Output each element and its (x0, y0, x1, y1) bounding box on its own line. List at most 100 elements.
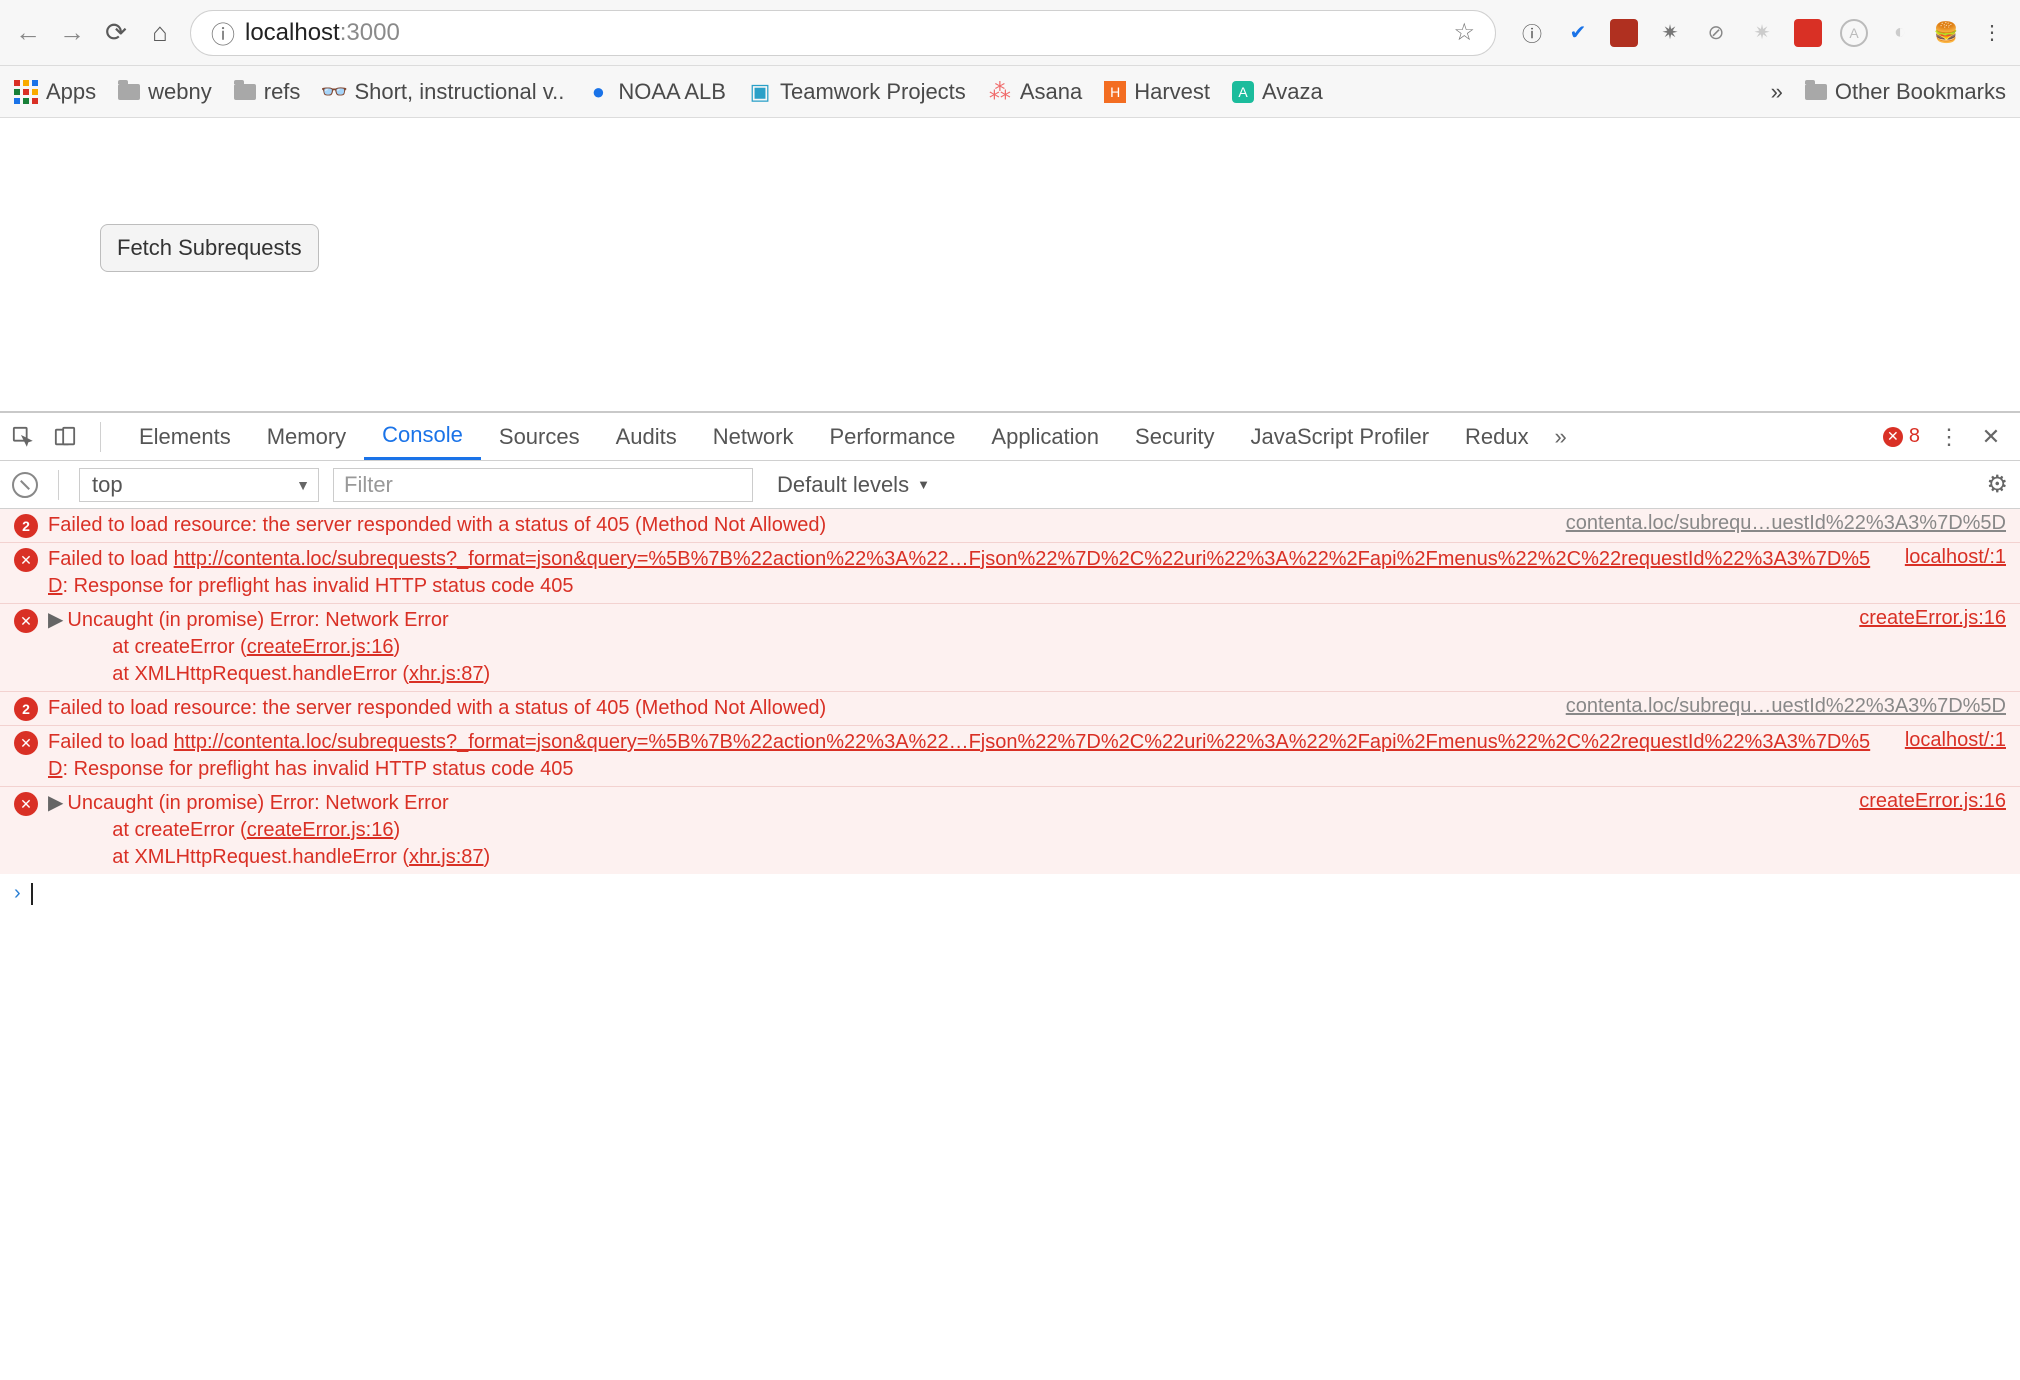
prompt-caret-icon: › (14, 882, 21, 905)
bookmark-label: NOAA ALB (618, 79, 726, 105)
extension-icon[interactable]: 🍔 (1932, 19, 1960, 47)
error-icon: ✕ (14, 609, 38, 633)
extension-icon[interactable]: ✷ (1656, 19, 1684, 47)
error-icon: ✕ (14, 731, 38, 755)
tab-elements[interactable]: Elements (121, 413, 249, 460)
devtools-menu-icon[interactable]: ⋮ (1936, 424, 1962, 450)
bookmark-item[interactable]: ⁂Asana (988, 79, 1082, 105)
bookmark-item[interactable]: ▣ Teamwork Projects (748, 79, 966, 105)
extension-icon[interactable]: A (1840, 19, 1868, 47)
inspect-element-icon[interactable] (10, 424, 36, 450)
extension-icon[interactable]: ✷ (1748, 19, 1776, 47)
tabs-overflow[interactable]: » (1547, 424, 1575, 450)
message-source-link[interactable]: createError.js:16 (1859, 607, 2006, 688)
stack-line: at XMLHttpRequest.handleError (xhr.js:87… (48, 661, 1839, 688)
tab-redux[interactable]: Redux (1447, 413, 1547, 460)
address-bar[interactable]: ⓘ localhost:3000 ☆ (190, 10, 1496, 56)
tab-application[interactable]: Application (973, 413, 1117, 460)
clear-console-icon[interactable] (12, 472, 38, 498)
tab-audits[interactable]: Audits (598, 413, 695, 460)
extensions-row: ⓘ ✔ ✷ ⊘ ✷ A ◐ 🍔 ⋮ (1512, 19, 2006, 47)
console-message: ✕ ▶Uncaught (in promise) Error: Network E… (0, 603, 2020, 691)
console-messages: 2Failed to load resource: the server res… (0, 509, 2020, 1380)
bookmarks-overflow[interactable]: » (1771, 79, 1783, 105)
stack-line: at XMLHttpRequest.handleError (xhr.js:87… (48, 844, 1839, 871)
message-source-link[interactable]: createError.js:16 (1859, 790, 2006, 871)
tab-javascript-profiler[interactable]: JavaScript Profiler (1233, 413, 1448, 460)
url-port: :3000 (340, 19, 400, 47)
home-button[interactable]: ⌂ (146, 19, 174, 47)
extension-icon[interactable] (1610, 19, 1638, 47)
bookmark-label: Teamwork Projects (780, 79, 966, 105)
bookmark-star-icon[interactable]: ☆ (1453, 18, 1475, 47)
favicon: ● (586, 82, 610, 102)
bookmark-item[interactable]: refs (234, 79, 301, 105)
filter-input[interactable]: Filter (333, 468, 753, 502)
tab-performance[interactable]: Performance (811, 413, 973, 460)
message-source-link[interactable]: localhost/:1 (1905, 546, 2006, 600)
error-count-badge[interactable]: ✕ 8 (1883, 425, 1920, 448)
fetch-subrequests-button[interactable]: Fetch Subrequests (100, 224, 319, 272)
console-prompt[interactable]: › (0, 874, 2020, 913)
log-level-select[interactable]: Default levels ▼ (767, 472, 930, 498)
tab-sources[interactable]: Sources (481, 413, 598, 460)
filter-placeholder: Filter (344, 472, 393, 498)
site-info-icon[interactable]: ⓘ (211, 15, 235, 50)
message-source-link[interactable]: localhost/:1 (1905, 729, 2006, 783)
browser-toolbar: ← → ⟳ ⌂ ⓘ localhost:3000 ☆ ⓘ ✔ ✷ ⊘ ✷ A ◐… (0, 0, 2020, 66)
bookmark-item[interactable]: webny (118, 79, 212, 105)
tab-network[interactable]: Network (695, 413, 812, 460)
extension-icon[interactable]: ⊘ (1702, 19, 1730, 47)
stack-line: at createError (createError.js:16) (48, 817, 1839, 844)
message-body: Failed to load resource: the server resp… (48, 695, 1546, 722)
extension-icon[interactable]: ✔ (1564, 19, 1592, 47)
devtools-panel: ElementsMemoryConsoleSourcesAuditsNetwor… (0, 411, 2020, 1380)
stack-link[interactable]: createError.js:16 (247, 819, 394, 841)
error-count: 8 (1909, 425, 1920, 448)
page-content: Fetch Subrequests (0, 118, 2020, 411)
forward-button[interactable]: → (58, 19, 86, 47)
tab-security[interactable]: Security (1117, 413, 1232, 460)
bookmark-label: Other Bookmarks (1835, 79, 2006, 105)
message-source-link[interactable]: contenta.loc/subrequ…uestId%22%3A3%7D%5D (1566, 695, 2006, 722)
console-toolbar: top Filter Default levels ▼ ⚙ (0, 461, 2020, 509)
bookmarks-bar: Apps webny refs 👓Short, instructional v.… (0, 66, 2020, 118)
extension-icon[interactable] (1794, 19, 1822, 47)
devtools-close-icon[interactable]: ✕ (1978, 424, 2004, 450)
expand-caret-icon[interactable]: ▶ (48, 607, 63, 634)
glasses-icon: 👓 (322, 82, 346, 102)
stack-link[interactable]: xhr.js:87 (409, 846, 483, 868)
folder-icon (1805, 84, 1827, 100)
apps-button[interactable]: Apps (14, 79, 96, 105)
context-select[interactable]: top (79, 468, 319, 502)
devtools-tabs: ElementsMemoryConsoleSourcesAuditsNetwor… (0, 413, 2020, 461)
message-source-link[interactable]: contenta.loc/subrequ…uestId%22%3A3%7D%5D (1566, 512, 2006, 539)
message-body: Failed to load http://contenta.loc/subre… (48, 546, 1885, 600)
url-host: localhost (245, 19, 340, 47)
apps-icon (14, 80, 38, 104)
bookmark-item[interactable]: HHarvest (1104, 79, 1210, 105)
message-body: Failed to load http://contenta.loc/subre… (48, 729, 1885, 783)
bookmark-item[interactable]: 👓Short, instructional v.. (322, 79, 564, 105)
reload-button[interactable]: ⟳ (102, 19, 130, 47)
stack-link[interactable]: createError.js:16 (247, 636, 394, 658)
extension-icon[interactable]: ◐ (1886, 19, 1914, 47)
console-settings-icon[interactable]: ⚙ (1986, 470, 2008, 499)
tab-console[interactable]: Console (364, 413, 481, 460)
error-icon: ✕ (14, 548, 38, 572)
device-toolbar-icon[interactable] (52, 424, 78, 450)
bookmark-item[interactable]: ● NOAA ALB (586, 79, 726, 105)
back-button[interactable]: ← (14, 19, 42, 47)
bookmark-item[interactable]: AAvaza (1232, 79, 1323, 105)
expand-caret-icon[interactable]: ▶ (48, 790, 63, 817)
stack-link[interactable]: xhr.js:87 (409, 663, 483, 685)
other-bookmarks[interactable]: Other Bookmarks (1805, 79, 2006, 105)
extension-icon[interactable]: ⓘ (1518, 19, 1546, 47)
console-message: ✕ Failed to load http://contenta.loc/subr… (0, 542, 2020, 603)
error-icon: ✕ (14, 792, 38, 816)
tab-memory[interactable]: Memory (249, 413, 364, 460)
chrome-menu-icon[interactable]: ⋮ (1978, 19, 2006, 47)
favicon: ▣ (748, 82, 772, 102)
message-body: ▶Uncaught (in promise) Error: Network Er… (48, 607, 1839, 688)
console-message: 2Failed to load resource: the server res… (0, 691, 2020, 725)
